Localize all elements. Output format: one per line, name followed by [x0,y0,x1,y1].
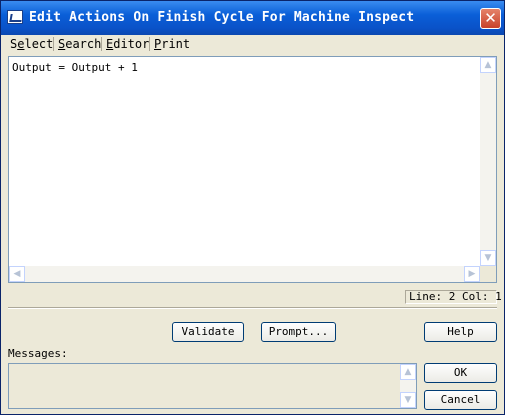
editor-content[interactable]: Output = Output + 1 [12,61,138,74]
script-editor[interactable]: Output = Output + 1 ▲ ▼ ◀ ▶ [8,56,497,283]
messages-scrollbar[interactable]: ▲ ▼ [400,364,416,408]
cancel-button[interactable]: Cancel [424,390,497,410]
scrollbar-corner [480,266,496,282]
close-button[interactable]: ✕ [480,8,501,29]
window-title: Edit Actions On Finish Cycle For Machine… [29,10,415,25]
scroll-down-icon[interactable]: ▼ [400,392,416,408]
scroll-up-icon[interactable]: ▲ [480,57,496,73]
messages-label: Messages: [8,347,68,360]
dialog-window: Edit Actions On Finish Cycle For Machine… [0,0,505,415]
cursor-position-status: Line: 2 Col: 1 [405,290,502,304]
ok-button[interactable]: OK [424,363,497,383]
close-icon: ✕ [484,9,497,27]
menu-search[interactable]: Search [58,37,101,51]
divider [8,307,497,309]
menu-separator [101,37,102,51]
menu-print[interactable]: Print [154,37,190,51]
messages-panel: ▲ ▼ [8,363,417,409]
menu-separator [53,37,54,51]
prompt-button[interactable]: Prompt... [261,322,336,342]
scroll-right-icon[interactable]: ▶ [464,266,480,282]
menu-editor[interactable]: Editor [106,37,149,51]
validate-button[interactable]: Validate [172,322,244,342]
menu-separator [149,37,150,51]
scroll-up-icon[interactable]: ▲ [400,364,416,380]
scroll-left-icon[interactable]: ◀ [9,266,25,282]
scroll-down-icon[interactable]: ▼ [480,250,496,266]
editor-vertical-scrollbar[interactable]: ▲ ▼ [480,57,496,266]
editor-horizontal-scrollbar[interactable]: ◀ ▶ [9,266,480,282]
menu-select[interactable]: Select [10,37,53,51]
title-bar[interactable]: Edit Actions On Finish Cycle For Machine… [1,1,504,35]
app-icon [7,10,23,24]
help-button[interactable]: Help [424,322,497,342]
menu-bar: Select Search Editor Print [4,35,501,53]
